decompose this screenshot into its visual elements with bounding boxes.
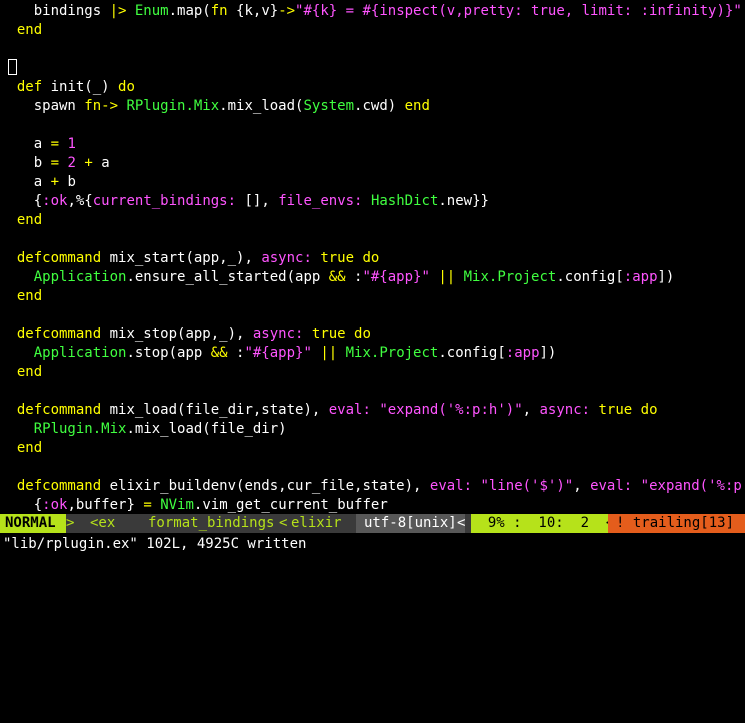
editor-buffer[interactable]: bindings |> Enum.map(fn {k,v}->"#{k} = #…	[0, 0, 745, 513]
mode-separator: >	[66, 514, 75, 533]
filetype-indicator: elixir	[291, 515, 342, 531]
code-line[interactable]: {:ok,buffer} = NVim.vim_get_current_buff…	[0, 496, 388, 513]
statusline: NORMAL > <ex format_bindings < elixir ut…	[0, 514, 745, 533]
code-line[interactable]: a = 1	[0, 135, 76, 154]
current-function: format_bindings	[148, 515, 275, 531]
encoding-indicator: utf-8[unix]	[356, 514, 457, 533]
code-line[interactable]: defcommand mix_load(file_dir,state), eva…	[0, 401, 658, 420]
code-line[interactable]: defcommand elixir_buildenv(ends,cur_file…	[0, 477, 745, 496]
cursor-position: 9% : 10: 2 <	[471, 514, 615, 533]
trailing-warning: ! trailing[13]	[608, 514, 745, 533]
code-line[interactable]: end	[0, 439, 42, 458]
branch-indicator: <ex	[90, 515, 116, 531]
code-line[interactable]: Application.stop(app && :"#{app}" || Mix…	[0, 344, 557, 363]
code-line[interactable]: end	[0, 287, 42, 306]
code-line[interactable]	[0, 59, 18, 78]
code-line[interactable]: bindings |> Enum.map(fn {k,v}->"#{k} = #…	[0, 2, 745, 21]
code-line[interactable]: def init(_) do	[0, 78, 135, 97]
code-line[interactable]: b = 2 + a	[0, 154, 110, 173]
code-line[interactable]: RPlugin.Mix.mix_load(file_dir)	[0, 420, 287, 439]
command-line[interactable]: "lib/rplugin.ex" 102L, 4925C written	[0, 534, 745, 554]
filetype-separator: <	[279, 515, 288, 531]
code-line[interactable]: end	[0, 211, 42, 230]
text-cursor	[8, 59, 18, 75]
code-line[interactable]: end	[0, 21, 42, 40]
code-line[interactable]: end	[0, 363, 42, 382]
code-line[interactable]: defcommand mix_stop(app,_), async: true …	[0, 325, 371, 344]
code-line[interactable]: {:ok,%{current_bindings: [], file_envs: …	[0, 192, 489, 211]
code-line[interactable]: a + b	[0, 173, 76, 192]
code-line[interactable]: Application.ensure_all_started(app && :"…	[0, 268, 675, 287]
code-line[interactable]: spawn fn-> RPlugin.Mix.mix_load(System.c…	[0, 97, 430, 116]
code-line[interactable]: defcommand mix_start(app,_), async: true…	[0, 249, 379, 268]
encoding-separator: <	[457, 514, 466, 533]
mode-indicator: NORMAL	[0, 514, 66, 533]
